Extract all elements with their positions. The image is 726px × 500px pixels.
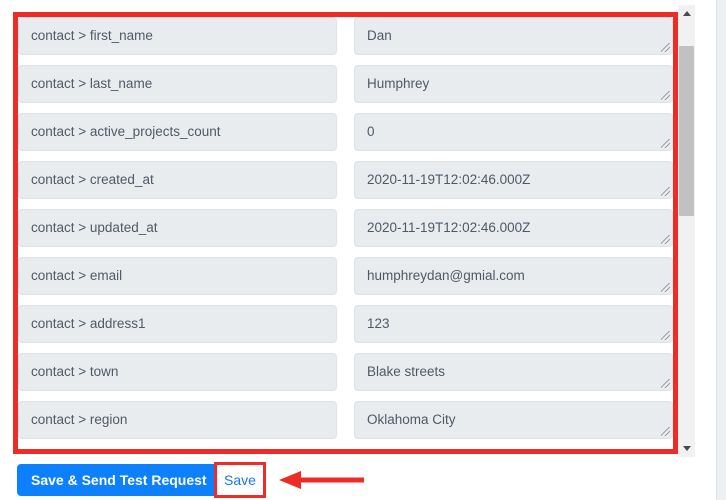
field-mapping-row: contact > created_at 2020-11-19T12:02:46.… [18,161,673,209]
field-mapping-row: contact > updated_at 2020-11-19T12:02:46.… [18,209,673,257]
field-value-textarea[interactable]: Blake streets [354,353,673,391]
field-key-input[interactable]: contact > region [18,401,337,439]
scrollbar-thumb[interactable] [679,46,694,216]
save-and-send-test-request-button[interactable]: Save & Send Test Request [17,464,221,496]
field-mapping-row: contact > town Blake streets [18,353,673,401]
field-mapping-row: contact > address1 123 [18,305,673,353]
field-key-input[interactable]: contact > created_at [18,161,337,199]
field-mapping-scroll-area[interactable]: contact > first_name Dan contact > last_na… [18,17,673,449]
vertical-scrollbar[interactable] [678,5,695,457]
field-value-textarea[interactable]: 2020-11-19T12:02:46.000Z [354,161,673,199]
field-mapping-list: contact > first_name Dan contact > last_na… [18,17,673,449]
field-value-textarea[interactable]: Dan [354,17,673,55]
scroll-down-arrow-icon[interactable] [678,440,695,457]
field-key-input[interactable]: contact > first_name [18,17,337,55]
field-key-input[interactable]: contact > address1 [18,305,337,343]
save-button-annotation-highlight: Save [214,462,266,498]
annotation-arrow-icon [279,471,364,489]
save-button[interactable]: Save [217,465,263,495]
footer-action-bar: Save & Send Test Request Save [0,462,726,500]
field-key-input[interactable]: contact > updated_at [18,209,337,247]
field-value-textarea[interactable]: humphreydan@gmial.com [354,257,673,295]
field-key-input[interactable]: contact > town [18,353,337,391]
field-value-textarea[interactable]: 2020-11-19T12:02:46.000Z [354,209,673,247]
field-mapping-row: contact > last_name Humphrey [18,65,673,113]
scroll-up-arrow-icon[interactable] [678,5,695,22]
field-key-input[interactable]: contact > active_projects_count [18,113,337,151]
field-key-input[interactable]: contact > email [18,257,337,295]
field-value-textarea[interactable]: 123 [354,305,673,343]
field-key-input[interactable]: contact > last_name [18,65,337,103]
page-gutter [716,0,726,500]
field-value-textarea[interactable]: Humphrey [354,65,673,103]
field-mapping-row: contact > active_projects_count 0 [18,113,673,161]
field-mapping-row: contact > first_name Dan [18,17,673,65]
field-value-textarea[interactable]: Oklahoma City [354,401,673,439]
field-value-textarea[interactable]: 0 [354,113,673,151]
field-mapping-row: contact > email humphreydan@gmial.com [18,257,673,305]
field-mapping-row: contact > region Oklahoma City [18,401,673,449]
